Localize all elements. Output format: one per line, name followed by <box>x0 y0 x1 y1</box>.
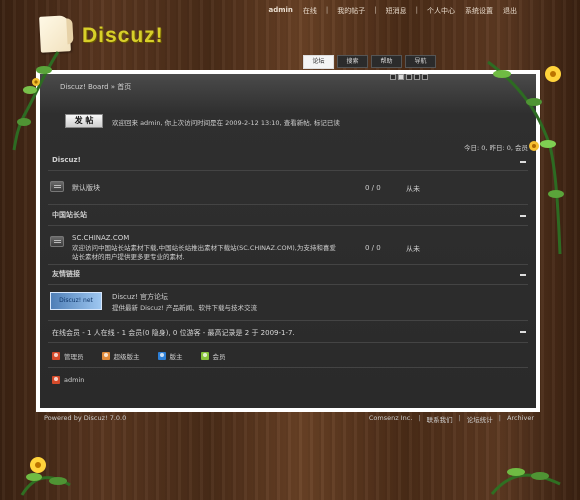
forum-panel: Discuz! Board » 首页 发 帖 欢迎回来 admin, 你上次访问… <box>40 74 536 408</box>
tab-navigation[interactable]: 导航 <box>405 55 436 68</box>
top-link-messages[interactable]: 短消息 <box>381 6 412 16</box>
top-link-sep: | <box>415 6 418 14</box>
online-info: 在线会员 - 1 人在线 - 1 会员(0 隐身), 0 位游客 - 最高记录是… <box>52 329 295 337</box>
member-badge-icon <box>200 352 209 360</box>
legend-super-moderator: 超级版主 <box>101 351 140 361</box>
friend-link-desc: 提供最新 Discuz! 产品新闻、软件下载与技术交流 <box>112 304 258 312</box>
welcome-message: 欢迎回来 admin, 你上次访问时间是在 2009-2-12 13:10, 查… <box>112 119 340 127</box>
top-link-my-posts[interactable]: 我的帖子 <box>332 6 370 16</box>
footer: Powered by Discuz! 7.0.0 Comsenz Inc. | … <box>36 412 540 424</box>
top-link-logout[interactable]: 退出 <box>498 6 522 16</box>
grass-bottom-left-decoration <box>20 457 71 496</box>
footer-sep: | <box>498 414 501 422</box>
legend-label: 会员 <box>212 353 226 361</box>
legend-admin: 管理员 <box>52 351 84 361</box>
online-user-name[interactable]: admin <box>64 376 84 384</box>
post-button[interactable]: 发 帖 <box>65 114 103 128</box>
footer-link-contact[interactable]: 联系我们 <box>427 414 453 424</box>
user-role-legend: 管理员 超级版主 版主 会员 <box>52 351 226 361</box>
forum-last-post: 从未 <box>406 245 420 253</box>
admin-badge-icon <box>52 352 60 360</box>
divider <box>48 320 528 321</box>
footer-links: Comsenz Inc. | 联系我们 | 论坛统计 | Archiver <box>369 414 534 424</box>
divider <box>48 204 528 205</box>
nav-tabs: 论坛 搜索 帮助 导航 <box>303 55 436 69</box>
breadcrumb[interactable]: Discuz! Board » 首页 <box>60 82 131 92</box>
pager-dot[interactable] <box>390 74 396 80</box>
discuz-link-logo[interactable]: Discuz! net <box>50 292 102 310</box>
powered-by: Powered by Discuz! 7.0.0 <box>44 414 127 422</box>
collapse-icon[interactable] <box>520 331 526 333</box>
divider <box>48 367 528 368</box>
top-link-sep: | <box>325 6 329 14</box>
super-moderator-badge-icon <box>101 352 110 360</box>
divider <box>48 225 528 226</box>
legend-member: 会员 <box>200 351 226 361</box>
tab-search[interactable]: 搜索 <box>337 55 368 68</box>
pager-dot-active[interactable] <box>398 74 404 80</box>
forum-stats: 今日: 0, 昨日: 0, 会员 <box>463 144 528 152</box>
online-user-row: admin <box>52 376 84 384</box>
friend-links-title[interactable]: 友情链接 <box>52 269 80 279</box>
top-links: admin 在线 | 我的帖子 | 短消息 | 个人中心 系统设置 退出 <box>264 6 523 16</box>
pager-dot[interactable] <box>422 74 428 80</box>
divider <box>48 170 528 171</box>
tab-help[interactable]: 帮助 <box>371 55 402 68</box>
forum-name-default[interactable]: 默认版块 <box>72 183 100 193</box>
collapse-icon[interactable] <box>520 161 526 163</box>
footer-sep: | <box>458 414 461 422</box>
skin-pager <box>390 74 428 80</box>
top-link-user[interactable]: admin <box>264 6 298 16</box>
forum-icon <box>50 236 64 247</box>
main-content: Discuz! Board » 首页 发 帖 欢迎回来 admin, 你上次访问… <box>36 70 540 412</box>
forum-counts: 0 / 0 <box>365 244 381 252</box>
category-chinaz[interactable]: 中国站长站 <box>52 210 87 220</box>
admin-badge-icon <box>52 376 60 384</box>
forum-icon <box>50 181 64 192</box>
divider <box>48 264 528 265</box>
legend-label: 超级版主 <box>113 353 140 361</box>
forum-name-chinaz[interactable]: SC.CHINAZ.COM <box>72 234 129 242</box>
logo-text: Discuz! <box>82 24 164 47</box>
divider <box>48 342 528 343</box>
top-link-settings[interactable]: 系统设置 <box>460 6 498 16</box>
friend-link-name[interactable]: Discuz! 官方论坛 <box>112 292 168 302</box>
pager-dot[interactable] <box>406 74 412 80</box>
footer-link-archiver[interactable]: Archiver <box>507 414 534 424</box>
tab-forum[interactable]: 论坛 <box>303 55 334 69</box>
footer-sep: | <box>418 414 421 422</box>
forum-description: 欢迎访问中国站长站素材下载,中国站长站推出素材下载站(SC.CHINAZ.COM… <box>72 244 336 261</box>
pager-dot[interactable] <box>414 74 420 80</box>
forum-counts: 0 / 0 <box>365 184 381 192</box>
top-link-online: 在线 <box>302 7 317 15</box>
divider <box>48 284 528 285</box>
legend-moderator: 版主 <box>157 351 183 361</box>
moderator-badge-icon <box>157 352 166 360</box>
legend-label: 管理员 <box>64 353 84 361</box>
footer-link-stats[interactable]: 论坛统计 <box>467 414 493 424</box>
collapse-icon[interactable] <box>520 215 526 217</box>
logo[interactable]: Discuz! <box>39 15 175 53</box>
paper-logo-icon <box>39 15 71 53</box>
top-link-profile[interactable]: 个人中心 <box>422 6 460 16</box>
top-link-sep: | <box>374 6 377 14</box>
forum-last-post: 从未 <box>406 185 420 193</box>
legend-label: 版主 <box>169 353 183 361</box>
category-discuz[interactable]: Discuz! <box>52 156 81 164</box>
collapse-icon[interactable] <box>520 274 526 276</box>
footer-link-comsenz[interactable]: Comsenz Inc. <box>369 414 413 424</box>
